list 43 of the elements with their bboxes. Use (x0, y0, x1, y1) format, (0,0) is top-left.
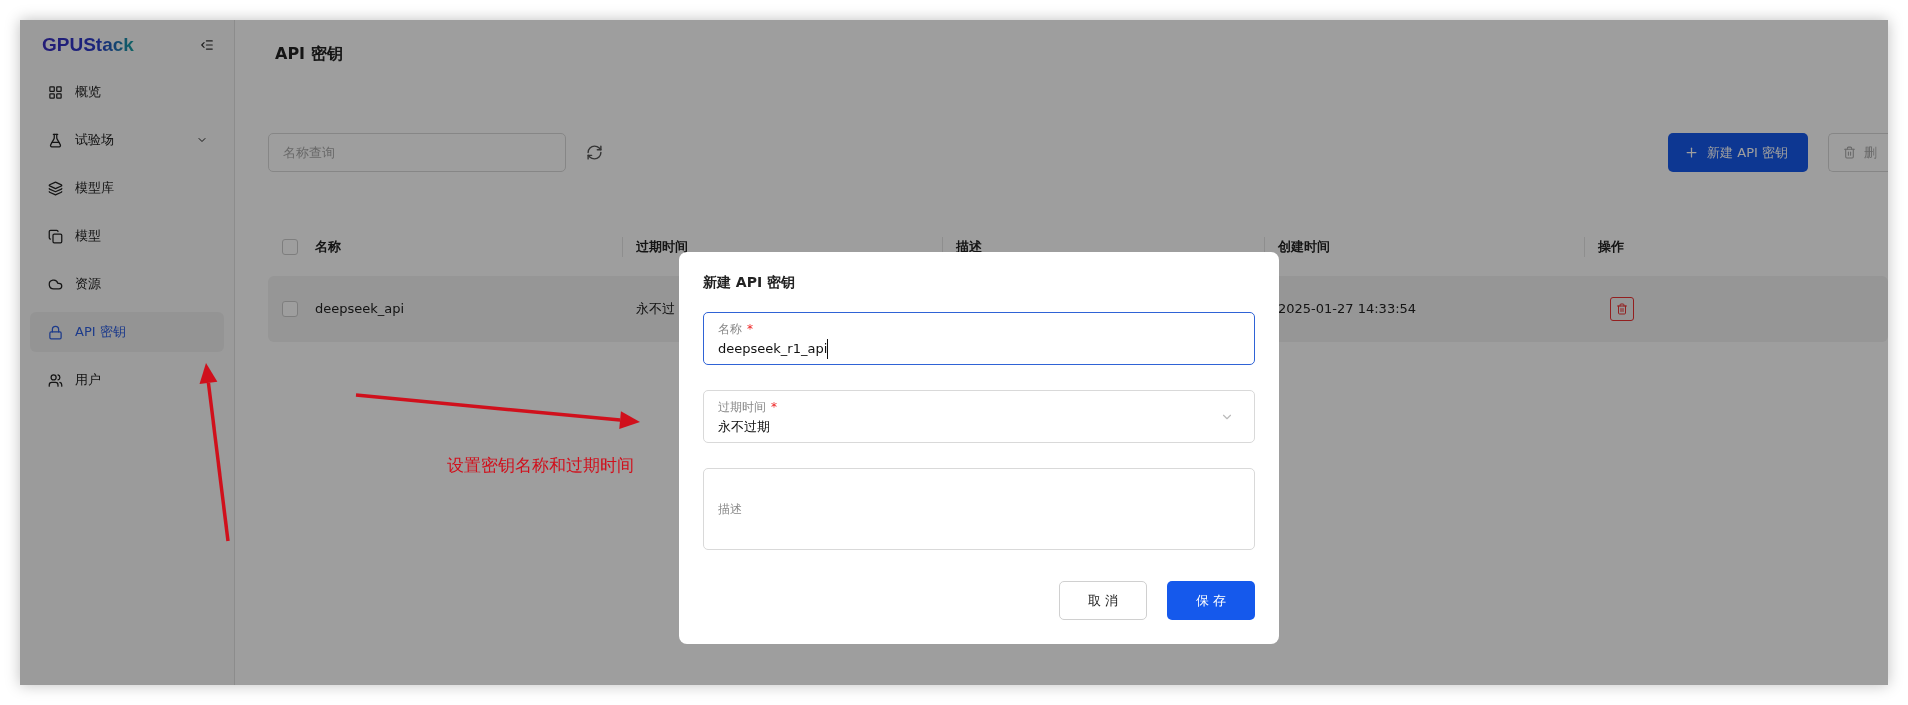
column-header: 描述 (956, 238, 982, 256)
menu-icon (48, 324, 63, 340)
sidebar-item[interactable]: 资源 (30, 264, 224, 304)
menu-icon (48, 132, 63, 148)
save-button[interactable]: 保 存 (1167, 581, 1255, 620)
checkbox[interactable] (282, 301, 298, 317)
menu-icon (48, 276, 63, 292)
refresh-icon[interactable] (586, 144, 603, 161)
dialog-title: 新建 API 密钥 (703, 274, 796, 292)
column-header: 过期时间 (636, 238, 688, 256)
delete-icon[interactable] (1610, 297, 1634, 321)
column-header: 创建时间 (1278, 238, 1330, 256)
sidebar-item[interactable]: 模型库 (30, 168, 224, 208)
table-cell-text: 2025-01-27 14:33:54 (1278, 300, 1417, 318)
column-header: 名称 (315, 238, 341, 256)
sidebar-item[interactable]: 概览 (30, 72, 224, 112)
new-key-button[interactable]: 新建 API 密钥 (1668, 133, 1808, 172)
textarea-field[interactable]: 描述 (703, 468, 1255, 550)
plus-icon (1684, 145, 1700, 160)
sidebar-item[interactable]: 用户 (30, 360, 224, 400)
field-label: 名称 * (718, 321, 753, 337)
menu-icon (48, 84, 63, 100)
field-value: deepseek_r1_api (718, 339, 829, 359)
cancel-button[interactable]: 取 消 (1059, 581, 1147, 620)
sidebar-item[interactable]: API 密钥 (30, 312, 224, 352)
table-cell-text: deepseek_api (315, 300, 405, 318)
placeholder: 描述 (718, 501, 742, 517)
select-field[interactable]: 过期时间 * 永不过期 (703, 390, 1255, 443)
page-title: API 密钥 (275, 44, 343, 65)
sidebar-item[interactable]: 模型 (30, 216, 224, 256)
field-label: 过期时间 * (718, 399, 777, 415)
sidebar-item[interactable]: 试验场 (30, 120, 224, 160)
annotation-text: 设置密钥名称和过期时间 (447, 454, 634, 477)
column-header: 操作 (1598, 238, 1624, 256)
table-cell-text: 永不过 (636, 300, 675, 318)
menu-icon (48, 180, 63, 196)
input-field[interactable]: 名称 * deepseek_r1_api (703, 312, 1255, 365)
checkbox[interactable] (282, 239, 298, 255)
menu-icon (48, 228, 63, 244)
trash-icon (1843, 146, 1856, 159)
field-value: 永不过期 (718, 418, 770, 436)
menu-icon (48, 372, 63, 388)
menu-collapse-icon[interactable] (200, 38, 214, 52)
